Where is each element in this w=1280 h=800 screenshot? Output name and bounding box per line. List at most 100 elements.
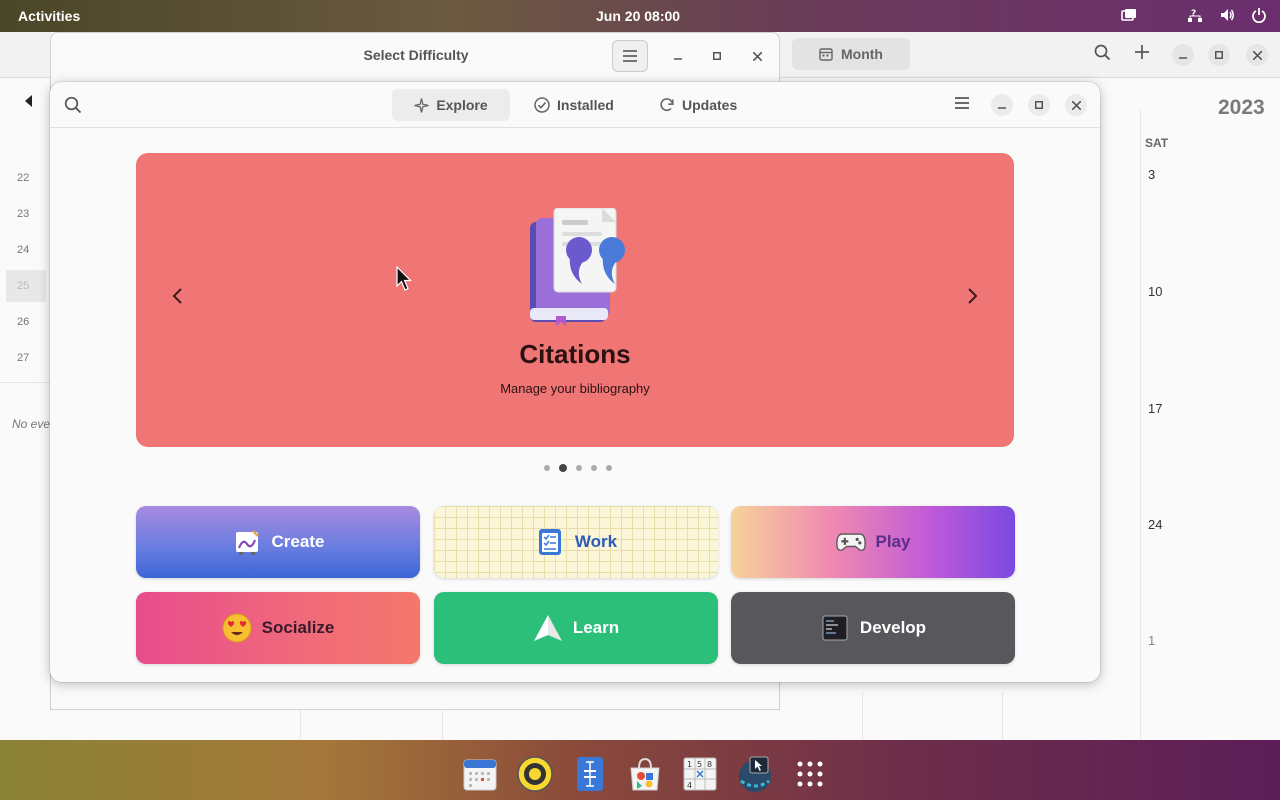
category-label: Play [875,532,911,551]
calendar-year: 2023 [1218,96,1265,119]
heart-eyes-icon [222,613,252,643]
day-cell[interactable]: 10 [1148,284,1162,299]
hamburger-menu-button[interactable] [612,40,648,72]
category-label: Learn [572,618,620,637]
header-bar: Explore Installed Updates [50,82,1100,128]
week-number[interactable]: 27 [17,352,29,364]
software-window: Explore Installed Updates Citations Mana… [50,82,1100,682]
refresh-icon [660,98,674,112]
svg-text:?: ? [1191,9,1196,19]
citations-app-icon [526,207,638,331]
carousel-previous-icon[interactable] [172,287,184,310]
minimize-button[interactable] [991,94,1013,116]
network-unknown-icon[interactable]: ? [1186,6,1204,24]
rhythmbox-icon[interactable] [515,754,555,794]
window-switch-icon[interactable] [1120,6,1138,24]
calendar-icon[interactable] [460,754,500,794]
paint-icon [232,527,262,557]
close-button[interactable] [1246,44,1268,66]
maximize-button[interactable] [1208,44,1230,66]
power-icon[interactable] [1250,6,1268,24]
previous-month-icon[interactable] [24,95,34,110]
terminal-icon [820,613,850,643]
maximize-button[interactable] [1028,94,1050,116]
tab-label: Explore [436,97,488,113]
featured-banner[interactable]: Citations Manage your bibliography [136,153,1014,447]
checklist-icon [535,527,565,557]
week-number[interactable]: 26 [17,316,29,328]
carousel-dot[interactable] [591,465,597,471]
category-work[interactable]: Work [434,506,718,578]
hamburger-icon [623,50,637,62]
gamepad-icon [835,527,866,557]
banner-subtitle: Manage your bibliography [500,381,650,396]
search-icon[interactable] [64,96,82,119]
month-view-button[interactable]: Month [792,38,910,70]
week-number[interactable]: 22 [17,172,29,184]
category-socialize[interactable]: Socialize [136,592,420,664]
day-cell[interactable]: 17 [1148,401,1162,416]
system-tray[interactable]: ? [1120,6,1268,24]
category-label: Develop [859,618,927,637]
activities-button[interactable]: Activities [18,8,80,24]
category-label: Work [574,532,618,551]
day-cell[interactable]: 24 [1148,517,1162,532]
weekday-sat: SAT [1145,136,1169,150]
screenshot-icon[interactable] [735,754,775,794]
category-label: Create [271,532,325,551]
sudoku-icon[interactable]: 1584 [680,754,720,794]
carousel-next-icon[interactable] [966,287,978,310]
tab-explore[interactable]: Explore [392,89,510,121]
divider [1140,110,1141,740]
carousel-dot-active[interactable] [559,464,567,472]
category-learn[interactable]: Learn [434,592,718,664]
week-number[interactable]: 24 [17,244,29,256]
top-bar: Activities Jun 20 08:00 ? [0,0,1280,32]
carousel-dot[interactable] [544,465,550,471]
tab-label: Updates [682,97,738,113]
month-view-label: Month [841,46,883,62]
add-icon[interactable] [1134,44,1150,65]
tab-label: Installed [557,97,614,113]
category-label: Socialize [261,618,335,637]
close-button[interactable] [1065,94,1087,116]
divider [862,692,863,740]
day-cell[interactable]: 3 [1148,167,1155,182]
app-grid-icon[interactable] [790,754,830,794]
tab-installed[interactable]: Installed [520,89,628,121]
svg-text:5: 5 [697,760,702,769]
explore-icon [414,97,429,113]
week-number[interactable]: 23 [17,208,29,220]
minimize-button[interactable] [1172,44,1194,66]
search-icon[interactable] [1094,44,1111,66]
svg-text:4: 4 [687,781,692,790]
clock[interactable]: Jun 20 08:00 [596,8,680,24]
category-develop[interactable]: Develop [731,592,1015,664]
tab-updates[interactable]: Updates [645,89,751,121]
divider [0,382,50,383]
carousel-indicator [50,464,1100,472]
check-icon [534,97,550,113]
category-create[interactable]: Create [136,506,420,578]
calendar-icon [819,48,833,61]
dock: 1584 [0,740,1280,800]
software-icon[interactable] [625,754,665,794]
carousel-dot[interactable] [606,465,612,471]
svg-text:8: 8 [707,760,712,769]
carousel-dot[interactable] [576,465,582,471]
svg-text:1: 1 [687,760,692,769]
maximize-button[interactable] [706,45,728,67]
volume-icon[interactable] [1218,6,1236,24]
no-events-label: No eve [12,417,51,431]
minimize-button[interactable] [667,45,689,67]
mouse-cursor-icon [396,265,412,297]
divider [1002,692,1003,740]
day-cell[interactable]: 1 [1148,633,1155,648]
text-editor-icon[interactable] [570,754,610,794]
hamburger-icon[interactable] [954,96,970,115]
banner-title: Citations [519,339,631,369]
close-button[interactable] [746,45,768,67]
week-number-selected[interactable]: 25 [6,270,46,302]
category-play[interactable]: Play [731,506,1015,578]
paper-plane-icon [533,613,563,643]
